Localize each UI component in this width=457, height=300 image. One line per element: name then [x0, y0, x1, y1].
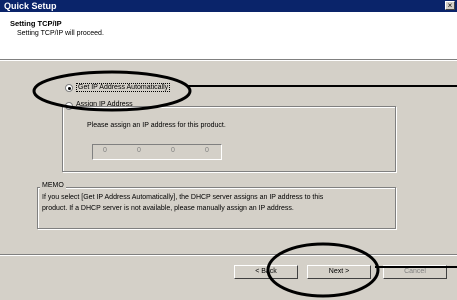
title-bar: Quick Setup ×	[0, 0, 457, 12]
close-button[interactable]: ×	[445, 1, 455, 10]
next-button[interactable]: Next >	[307, 265, 371, 279]
assign-ip-prompt: Please assign an IP address for this pro…	[87, 122, 226, 129]
option-get-ip-auto-label[interactable]: Get IP Address Automatically	[76, 83, 171, 92]
back-button[interactable]: < Back	[234, 265, 298, 279]
ip-octet-2: 0	[137, 147, 141, 154]
memo-line-1: If you select [Get IP Address Automatica…	[42, 194, 324, 201]
memo-legend: MEMO	[40, 182, 66, 189]
ip-address-field[interactable]: 0 0 0 0	[92, 144, 222, 160]
page-title: Setting TCP/IP	[10, 19, 62, 28]
window-title: Quick Setup	[4, 1, 57, 11]
ip-octet-3: 0	[171, 147, 175, 154]
close-icon: ×	[447, 1, 453, 10]
ip-octet-1: 0	[103, 147, 107, 154]
assign-ip-group	[62, 106, 396, 172]
cancel-button[interactable]: Cancel	[383, 265, 447, 279]
ip-octet-4: 0	[205, 147, 209, 154]
radio-get-ip-auto[interactable]	[65, 84, 73, 92]
memo-line-2: product. If a DHCP server is not availab…	[42, 205, 294, 212]
page-subtitle: Setting TCP/IP will proceed.	[17, 30, 104, 37]
